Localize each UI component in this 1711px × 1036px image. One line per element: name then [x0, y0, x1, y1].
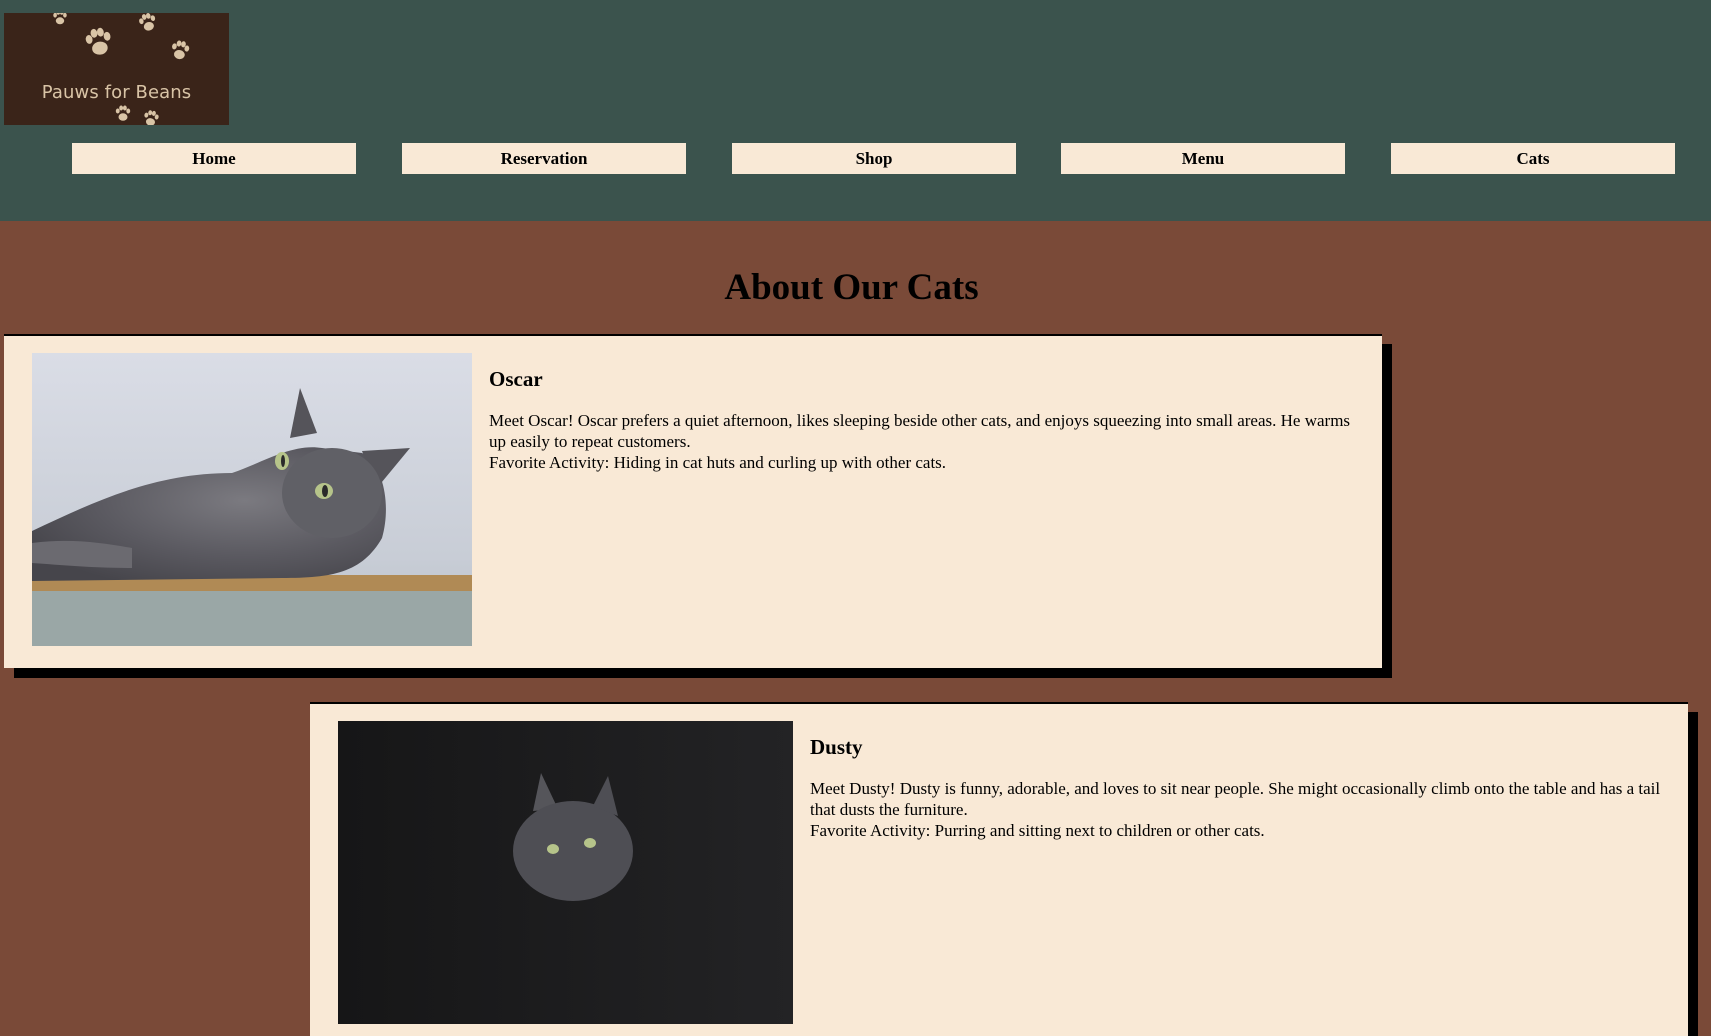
cat-photo-oscar: [32, 353, 472, 646]
cat-name: Dusty: [810, 735, 863, 759]
site-header: Pauws for Beans Home Reservation Shop Me…: [0, 0, 1711, 221]
page-title: About Our Cats: [724, 267, 979, 308]
cat-card-oscar: Oscar Meet Oscar! Oscar prefers a quiet …: [4, 334, 1382, 668]
nav-home-button[interactable]: Home: [72, 143, 356, 174]
cat-info-oscar: Oscar Meet Oscar! Oscar prefers a quiet …: [489, 366, 1362, 473]
cat-description: Meet Dusty! Dusty is funny, adorable, an…: [810, 779, 1661, 819]
cat-description: Meet Oscar! Oscar prefers a quiet aftern…: [489, 411, 1351, 451]
cat-info-dusty: Dusty Meet Dusty! Dusty is funny, adorab…: [810, 734, 1668, 841]
cat-photo-dusty: [338, 721, 793, 1024]
main-nav: Home Reservation Shop Menu Cats: [0, 143, 1711, 174]
paw-print-icon: [53, 13, 191, 125]
cat-card-dusty: Dusty Meet Dusty! Dusty is funny, adorab…: [310, 702, 1688, 1036]
cat-favorite-activity: Favorite Activity: Hiding in cat huts an…: [489, 453, 947, 472]
site-logo[interactable]: Pauws for Beans: [4, 13, 229, 125]
nav-menu-button[interactable]: Menu: [1061, 143, 1345, 174]
logo-text: Pauws for Beans: [41, 82, 192, 103]
cat-favorite-activity: Favorite Activity: Purring and sitting n…: [810, 821, 1265, 840]
nav-reservation-button[interactable]: Reservation: [402, 143, 686, 174]
nav-shop-button[interactable]: Shop: [732, 143, 1016, 174]
cat-name: Oscar: [489, 367, 543, 391]
nav-cats-button[interactable]: Cats: [1391, 143, 1675, 174]
